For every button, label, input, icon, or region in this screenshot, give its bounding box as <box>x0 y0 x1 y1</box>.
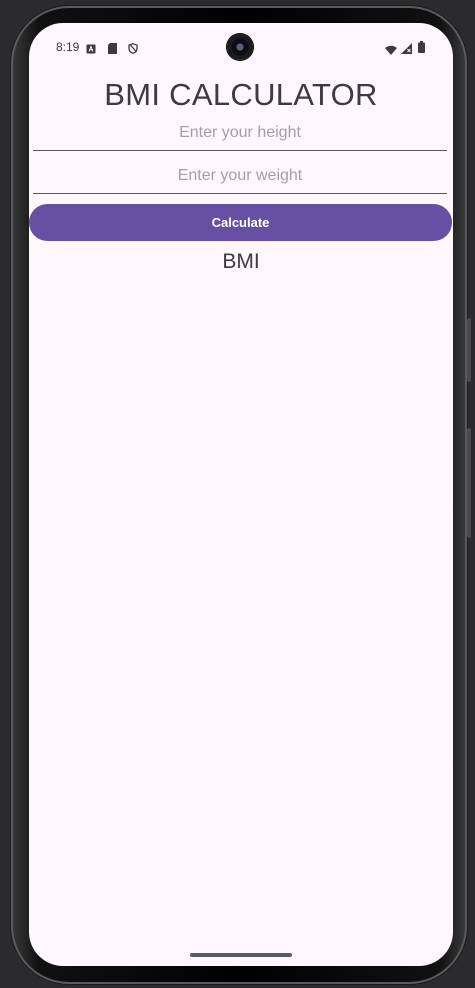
home-indicator[interactable] <box>190 953 292 957</box>
text-notification-icon <box>86 41 96 59</box>
battery-icon <box>418 40 425 58</box>
calculate-button-label: Calculate <box>211 215 270 230</box>
shield-icon <box>128 41 138 59</box>
weight-input[interactable]: Enter your weight <box>33 159 447 194</box>
calculate-button[interactable]: Calculate <box>29 204 452 241</box>
wifi-icon <box>385 42 397 60</box>
power-button <box>467 318 471 382</box>
height-input[interactable]: Enter your height <box>33 116 447 151</box>
status-bar: 8:19 <box>29 23 453 71</box>
device-screen: 8:19 BMI CALCULATOR Enter your height En… <box>29 23 453 966</box>
status-time: 8:19 <box>56 40 80 54</box>
bmi-result-label: BMI <box>222 250 260 273</box>
weight-input-placeholder: Enter your weight <box>177 167 303 184</box>
page-title: BMI CALCULATOR <box>104 77 378 112</box>
signal-icon <box>401 41 412 59</box>
sd-card-icon <box>108 41 117 59</box>
volume-button <box>467 428 471 538</box>
front-camera <box>227 34 253 60</box>
height-input-placeholder: Enter your height <box>179 124 301 141</box>
